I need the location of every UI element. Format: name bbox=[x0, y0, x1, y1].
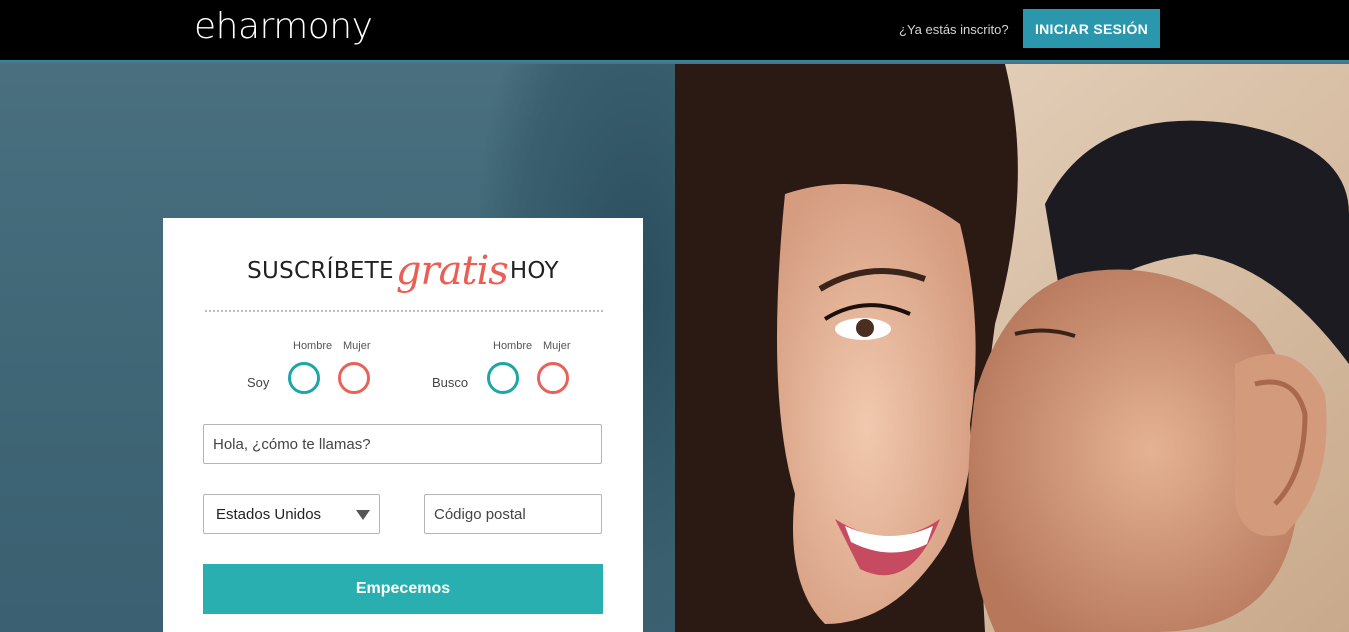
signup-card: SUSCRÍBETEgratisHOY Soy Hombre Mujer Bus… bbox=[163, 218, 643, 632]
start-button[interactable]: Empecemos bbox=[203, 564, 603, 614]
hero-section: SUSCRÍBETEgratisHOY Soy Hombre Mujer Bus… bbox=[0, 64, 1349, 632]
busco-female-label: Mujer bbox=[543, 340, 571, 352]
name-input-placeholder: Hola, ¿cómo te llamas? bbox=[213, 435, 371, 453]
couple-photo bbox=[675, 64, 1349, 632]
signup-headline: SUSCRÍBETEgratisHOY bbox=[163, 248, 643, 294]
soy-label: Soy bbox=[247, 375, 270, 390]
name-input[interactable]: Hola, ¿cómo te llamas? bbox=[203, 424, 602, 464]
headline-text-pre: SUSCRÍBETE bbox=[247, 258, 394, 284]
country-select-value: Estados Unidos bbox=[216, 505, 322, 523]
busco-male-label: Hombre bbox=[493, 340, 533, 352]
top-navbar: eharmony ¿Ya estás inscrito? INICIAR SES… bbox=[0, 0, 1349, 62]
headline-text-script: gratis bbox=[395, 248, 509, 294]
soy-male-label: Hombre bbox=[293, 340, 333, 352]
busco-label: Busco bbox=[432, 375, 469, 390]
soy-female-label: Mujer bbox=[343, 340, 371, 352]
eharmony-logo[interactable]: eharmony bbox=[194, 6, 373, 47]
zip-code-input[interactable]: Código postal bbox=[424, 494, 602, 534]
country-select[interactable]: Estados Unidos bbox=[203, 494, 380, 534]
soy-male-radio[interactable] bbox=[288, 362, 320, 394]
busco-male-radio[interactable] bbox=[487, 362, 519, 394]
soy-female-radio[interactable] bbox=[338, 362, 370, 394]
login-button[interactable]: INICIAR SESIÓN bbox=[1023, 9, 1160, 48]
dotted-divider bbox=[205, 310, 603, 312]
zip-code-placeholder: Código postal bbox=[434, 505, 526, 523]
chevron-down-icon bbox=[356, 510, 370, 520]
already-registered-text: ¿Ya estás inscrito? bbox=[899, 22, 1009, 37]
busco-female-radio[interactable] bbox=[537, 362, 569, 394]
headline-text-post: HOY bbox=[509, 258, 559, 284]
